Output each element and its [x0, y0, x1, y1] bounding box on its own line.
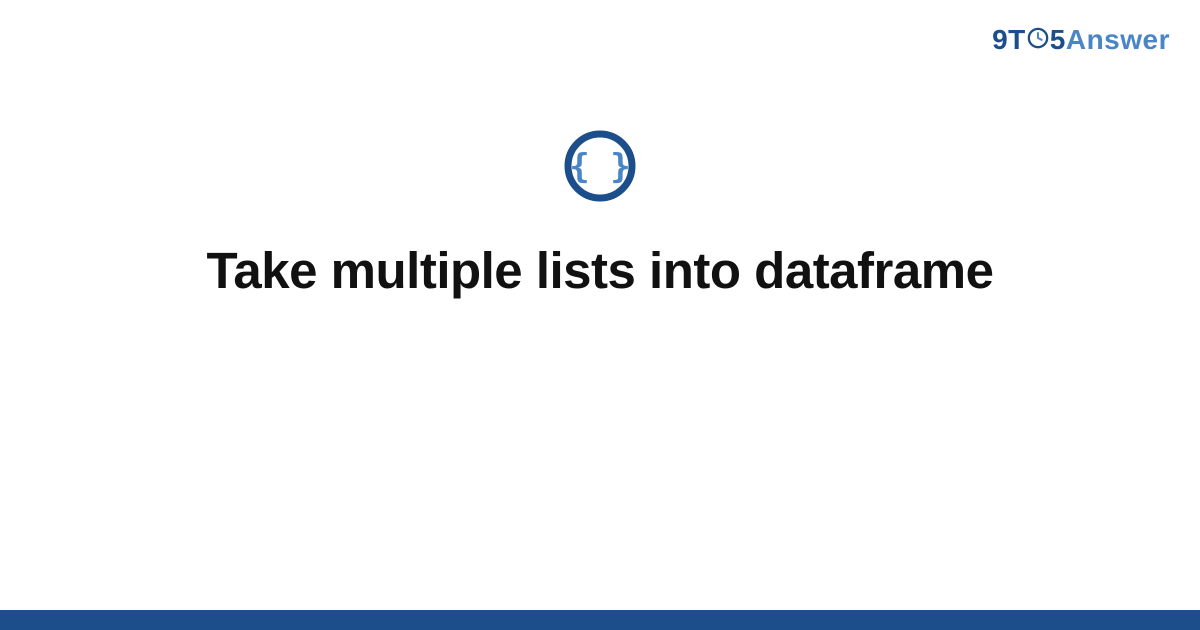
clock-icon — [1027, 27, 1049, 49]
page-title: Take multiple lists into dataframe — [207, 240, 994, 301]
logo-text-answer: Answer — [1066, 24, 1170, 56]
svg-text:{ }: { } — [569, 147, 630, 187]
footer-bar — [0, 610, 1200, 630]
logo-text-5: 5 — [1050, 24, 1066, 56]
logo-text-9t: 9T — [992, 24, 1026, 56]
main-content: { } Take multiple lists into dataframe — [0, 130, 1200, 301]
code-braces-icon: { } — [564, 130, 636, 202]
site-logo: 9T 5 Answer — [992, 24, 1170, 56]
